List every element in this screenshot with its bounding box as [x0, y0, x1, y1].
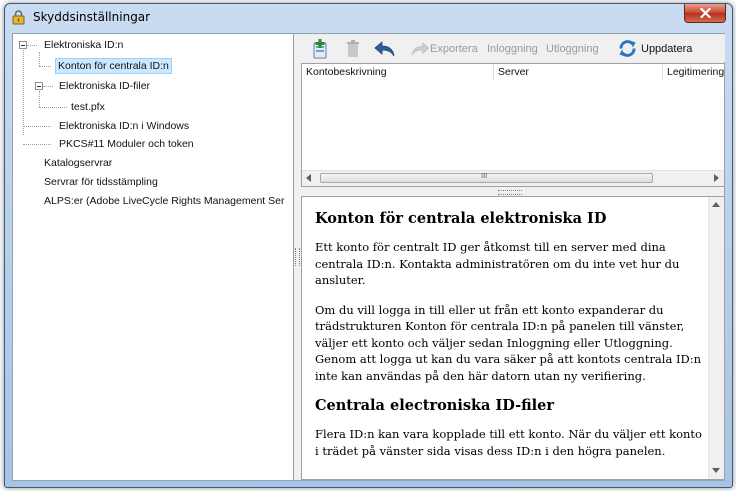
add-id-icon[interactable] [310, 38, 332, 60]
collapse-icon[interactable] [35, 82, 43, 90]
toolbar: Exportera Inloggning Utloggning Uppdater… [300, 34, 725, 62]
tree-item-electronic-ids[interactable]: Elektroniska ID:n [44, 37, 123, 53]
help-pane: Konton för centrala elektroniska ID Ett … [301, 196, 725, 480]
help-paragraph-login: Om du vill logga in till eller ut från e… [315, 302, 702, 383]
login-button[interactable]: Inloggning [487, 40, 538, 58]
tree-item-timestamp-servers[interactable]: Servrar för tidsstämpling [44, 174, 158, 190]
tree-item-electronic-id-files[interactable]: Elektroniska ID-filer [59, 78, 150, 94]
horizontal-splitter[interactable] [301, 189, 725, 195]
scroll-grip: III [481, 172, 488, 180]
help-heading-id-files: Centrala electroniska ID-filer [315, 397, 555, 414]
lock-icon [12, 10, 25, 25]
scroll-left-icon[interactable] [306, 174, 312, 182]
refresh-icon[interactable] [618, 39, 637, 58]
tree-item-windows-ids[interactable]: Elektroniska ID:n i Windows [59, 118, 189, 134]
settings-tree[interactable]: Elektroniska ID:n Konton för centrala ID… [13, 34, 294, 480]
title-bar[interactable]: Skyddsinställningar [5, 4, 732, 31]
column-header-server[interactable]: Server [494, 64, 663, 80]
tree-item-pkcs11-modules[interactable]: PKCS#11 Moduler och token [59, 136, 194, 152]
export-arrow-icon[interactable] [410, 42, 430, 56]
help-paragraph-multiple-ids: Flera ID:n kan vara kopplade till ett ko… [315, 427, 702, 458]
back-arrow-icon[interactable] [374, 41, 396, 57]
horizontal-scroll-thumb[interactable]: III [320, 172, 653, 183]
scroll-right-icon[interactable] [714, 174, 720, 182]
help-heading-central-accounts: Konton för centrala elektroniska ID [315, 210, 607, 227]
logout-button[interactable]: Utloggning [546, 40, 599, 58]
security-settings-window: Skyddsinställningar Elektroniska ID:n Ko… [4, 3, 733, 488]
tree-item-alps-servers[interactable]: ALPS:er (Adobe LiveCycle Rights Manageme… [44, 193, 284, 209]
trash-icon[interactable] [346, 40, 360, 58]
export-button[interactable]: Exportera [430, 40, 478, 58]
collapse-icon[interactable] [19, 41, 27, 49]
tree-item-directory-servers[interactable]: Katalogservrar [44, 155, 112, 171]
help-paragraph-intro: Ett konto för centralt ID ger åtkomst ti… [315, 240, 680, 287]
column-header-description[interactable]: Kontobeskrivning [302, 64, 494, 80]
tree-item-test-pfx[interactable]: test.pfx [71, 99, 105, 115]
vertical-scrollbar[interactable] [708, 197, 724, 479]
close-button[interactable] [684, 4, 726, 23]
column-header-authentication-status[interactable]: Legitimeringsst [663, 64, 724, 80]
vertical-splitter[interactable] [294, 34, 300, 480]
scroll-down-icon[interactable] [712, 468, 720, 474]
window-title: Skyddsinställningar [33, 10, 151, 24]
update-button[interactable]: Uppdatera [641, 40, 692, 58]
close-icon [699, 8, 711, 18]
accounts-list[interactable]: Kontobeskrivning Server Legitimeringsst … [301, 63, 725, 187]
tree-item-central-id-accounts[interactable]: Konton för centrala ID:n [55, 58, 172, 74]
scroll-up-icon[interactable] [712, 202, 720, 208]
horizontal-scrollbar[interactable]: III [302, 170, 724, 186]
window-client-area: Elektroniska ID:n Konton för centrala ID… [12, 33, 725, 481]
